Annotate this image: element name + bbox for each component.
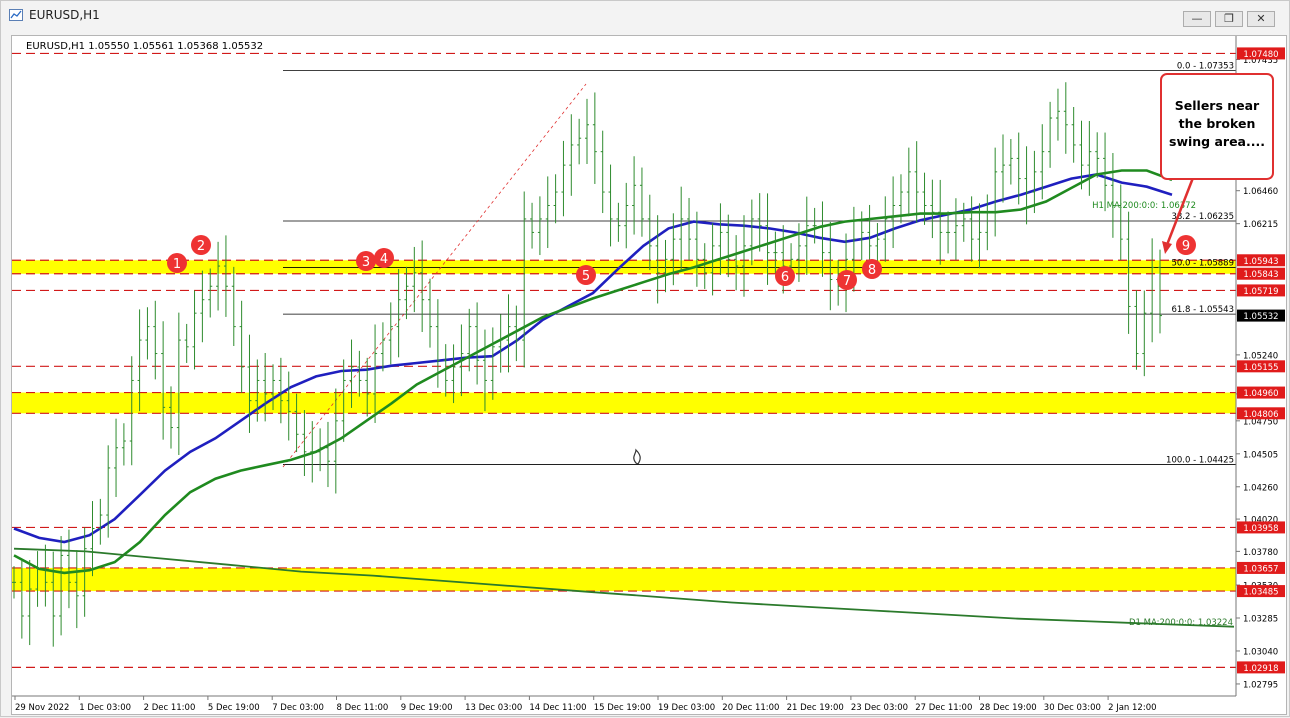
time-tick-label: 23 Dec 03:00	[851, 703, 908, 713]
level-price-label: 1.03657	[1237, 561, 1285, 574]
swing-marker-number: 1	[173, 257, 181, 272]
callout-line-1: Sellers near	[1175, 98, 1260, 113]
time-tick-label: 7 Dec 03:00	[272, 703, 324, 713]
time-tick-label: 1 Dec 03:00	[79, 703, 131, 713]
close-button[interactable]: ✕	[1247, 11, 1275, 27]
time-tick-label: 8 Dec 11:00	[337, 703, 389, 713]
level-label-text: 1.03958	[1243, 524, 1278, 534]
fib-level-label: 61.8 - 1.05543	[1171, 305, 1234, 315]
level-label-text: 1.03485	[1243, 588, 1278, 598]
swing-marker-number: 4	[380, 252, 388, 267]
time-tick-label: 19 Dec 03:00	[658, 703, 715, 713]
minimize-icon: —	[1191, 12, 1203, 25]
price-tick-label: 1.05240	[1243, 351, 1278, 361]
chart-background	[12, 36, 1286, 714]
level-price-label: 1.03958	[1237, 521, 1285, 534]
swing-marker: 9	[1176, 235, 1196, 255]
level-price-label: 1.03485	[1237, 585, 1285, 598]
swing-marker: 2	[191, 235, 211, 255]
chart-header: EURUSD,H1 1.05550 1.05561 1.05368 1.0553…	[26, 41, 263, 52]
level-price-label: 1.05719	[1237, 284, 1285, 297]
price-tick-label: 1.03285	[1243, 614, 1278, 624]
close-icon: ✕	[1256, 12, 1266, 25]
chart-app-icon	[9, 9, 23, 21]
d1-ma200-label: D1 MA:200:0:0: 1.03224	[1129, 618, 1233, 628]
level-price-label: 1.05843	[1237, 267, 1285, 280]
time-tick-label: 5 Dec 19:00	[208, 703, 260, 713]
current-price-label: 1.05532	[1237, 309, 1285, 322]
callout-line-2: the broken	[1179, 116, 1256, 131]
restore-icon: ❐	[1224, 12, 1234, 25]
level-label-text: 1.04960	[1243, 389, 1278, 399]
current-price-text: 1.05532	[1243, 312, 1278, 322]
window-title: EURUSD,H1	[29, 8, 100, 22]
chart-area[interactable]: 0.0 - 1.07353 38.2 - 1.06235 50.0 - 1.0588…	[11, 35, 1287, 715]
time-tick-label: 9 Dec 19:00	[401, 703, 453, 713]
level-label-text: 1.02918	[1243, 664, 1278, 674]
restore-button[interactable]: ❐	[1215, 11, 1243, 27]
swing-marker-number: 7	[843, 274, 851, 289]
swing-marker: 3	[356, 251, 376, 271]
fib-level-label: 100.0 - 1.04425	[1166, 456, 1234, 466]
level-price-label: 1.07480	[1237, 47, 1285, 60]
level-price-label: 1.02918	[1237, 661, 1285, 674]
time-tick-label: 13 Dec 03:00	[465, 703, 522, 713]
time-tick-label: 30 Dec 03:00	[1044, 703, 1101, 713]
level-label-text: 1.05719	[1243, 287, 1278, 297]
swing-marker-number: 6	[781, 270, 789, 285]
title-bar[interactable]: EURUSD,H1 — ❐ ✕	[1, 1, 1289, 29]
support-zone	[12, 392, 1236, 414]
level-label-text: 1.05943	[1243, 257, 1278, 267]
level-label-text: 1.04806	[1243, 410, 1278, 420]
time-tick-label: 2 Dec 11:00	[144, 703, 196, 713]
level-label-text: 1.03657	[1243, 564, 1278, 574]
time-tick-label: 15 Dec 19:00	[594, 703, 651, 713]
chart-window: EURUSD,H1 — ❐ ✕ 0.0 - 1.07353 38.2 - 1.06…	[0, 0, 1290, 717]
level-label-text: 1.07480	[1243, 50, 1278, 60]
fib-level-label: 0.0 - 1.07353	[1177, 62, 1234, 72]
support-zone	[12, 567, 1236, 592]
swing-marker-number: 3	[362, 255, 370, 270]
price-tick-label: 1.03040	[1243, 647, 1278, 657]
fib-level-label: 50.0 - 1.05889	[1171, 259, 1234, 269]
time-tick-label: 2 Jan 12:00	[1108, 703, 1156, 713]
fib-level-label: 38.2 - 1.06235	[1171, 212, 1234, 222]
level-label-text: 1.05155	[1243, 363, 1278, 373]
time-tick-label: 20 Dec 11:00	[722, 703, 779, 713]
time-tick-label: 29 Nov 2022	[15, 703, 69, 713]
swing-marker: 8	[862, 259, 882, 279]
level-price-label: 1.05943	[1237, 254, 1285, 267]
swing-marker: 5	[576, 265, 596, 285]
swing-marker: 7	[837, 270, 857, 290]
swing-marker: 1	[167, 253, 187, 273]
time-tick-label: 28 Dec 19:00	[980, 703, 1037, 713]
level-price-label: 1.04806	[1237, 407, 1285, 420]
swing-marker-number: 8	[868, 263, 876, 278]
price-tick-label: 1.04260	[1243, 483, 1278, 493]
swing-marker: 4	[374, 248, 394, 268]
price-tick-label: 1.06460	[1243, 187, 1278, 197]
price-chart[interactable]: 0.0 - 1.07353 38.2 - 1.06235 50.0 - 1.0588…	[12, 36, 1286, 714]
minimize-button[interactable]: —	[1183, 11, 1211, 27]
swing-marker: 6	[775, 266, 795, 286]
swing-marker-number: 2	[197, 239, 205, 254]
price-tick-label: 1.03780	[1243, 548, 1278, 558]
level-price-label: 1.04960	[1237, 386, 1285, 399]
price-tick-label: 1.06215	[1243, 220, 1278, 230]
price-tick-label: 1.02795	[1243, 680, 1278, 690]
time-tick-label: 21 Dec 19:00	[787, 703, 844, 713]
level-price-label: 1.05155	[1237, 360, 1285, 373]
time-tick-label: 14 Dec 11:00	[529, 703, 586, 713]
price-tick-label: 1.04505	[1243, 450, 1278, 460]
callout-line-3: swing area....	[1169, 134, 1265, 149]
swing-marker-number: 5	[582, 269, 590, 284]
swing-marker-number: 9	[1182, 239, 1190, 254]
time-tick-label: 27 Dec 11:00	[915, 703, 972, 713]
level-label-text: 1.05843	[1243, 270, 1278, 280]
